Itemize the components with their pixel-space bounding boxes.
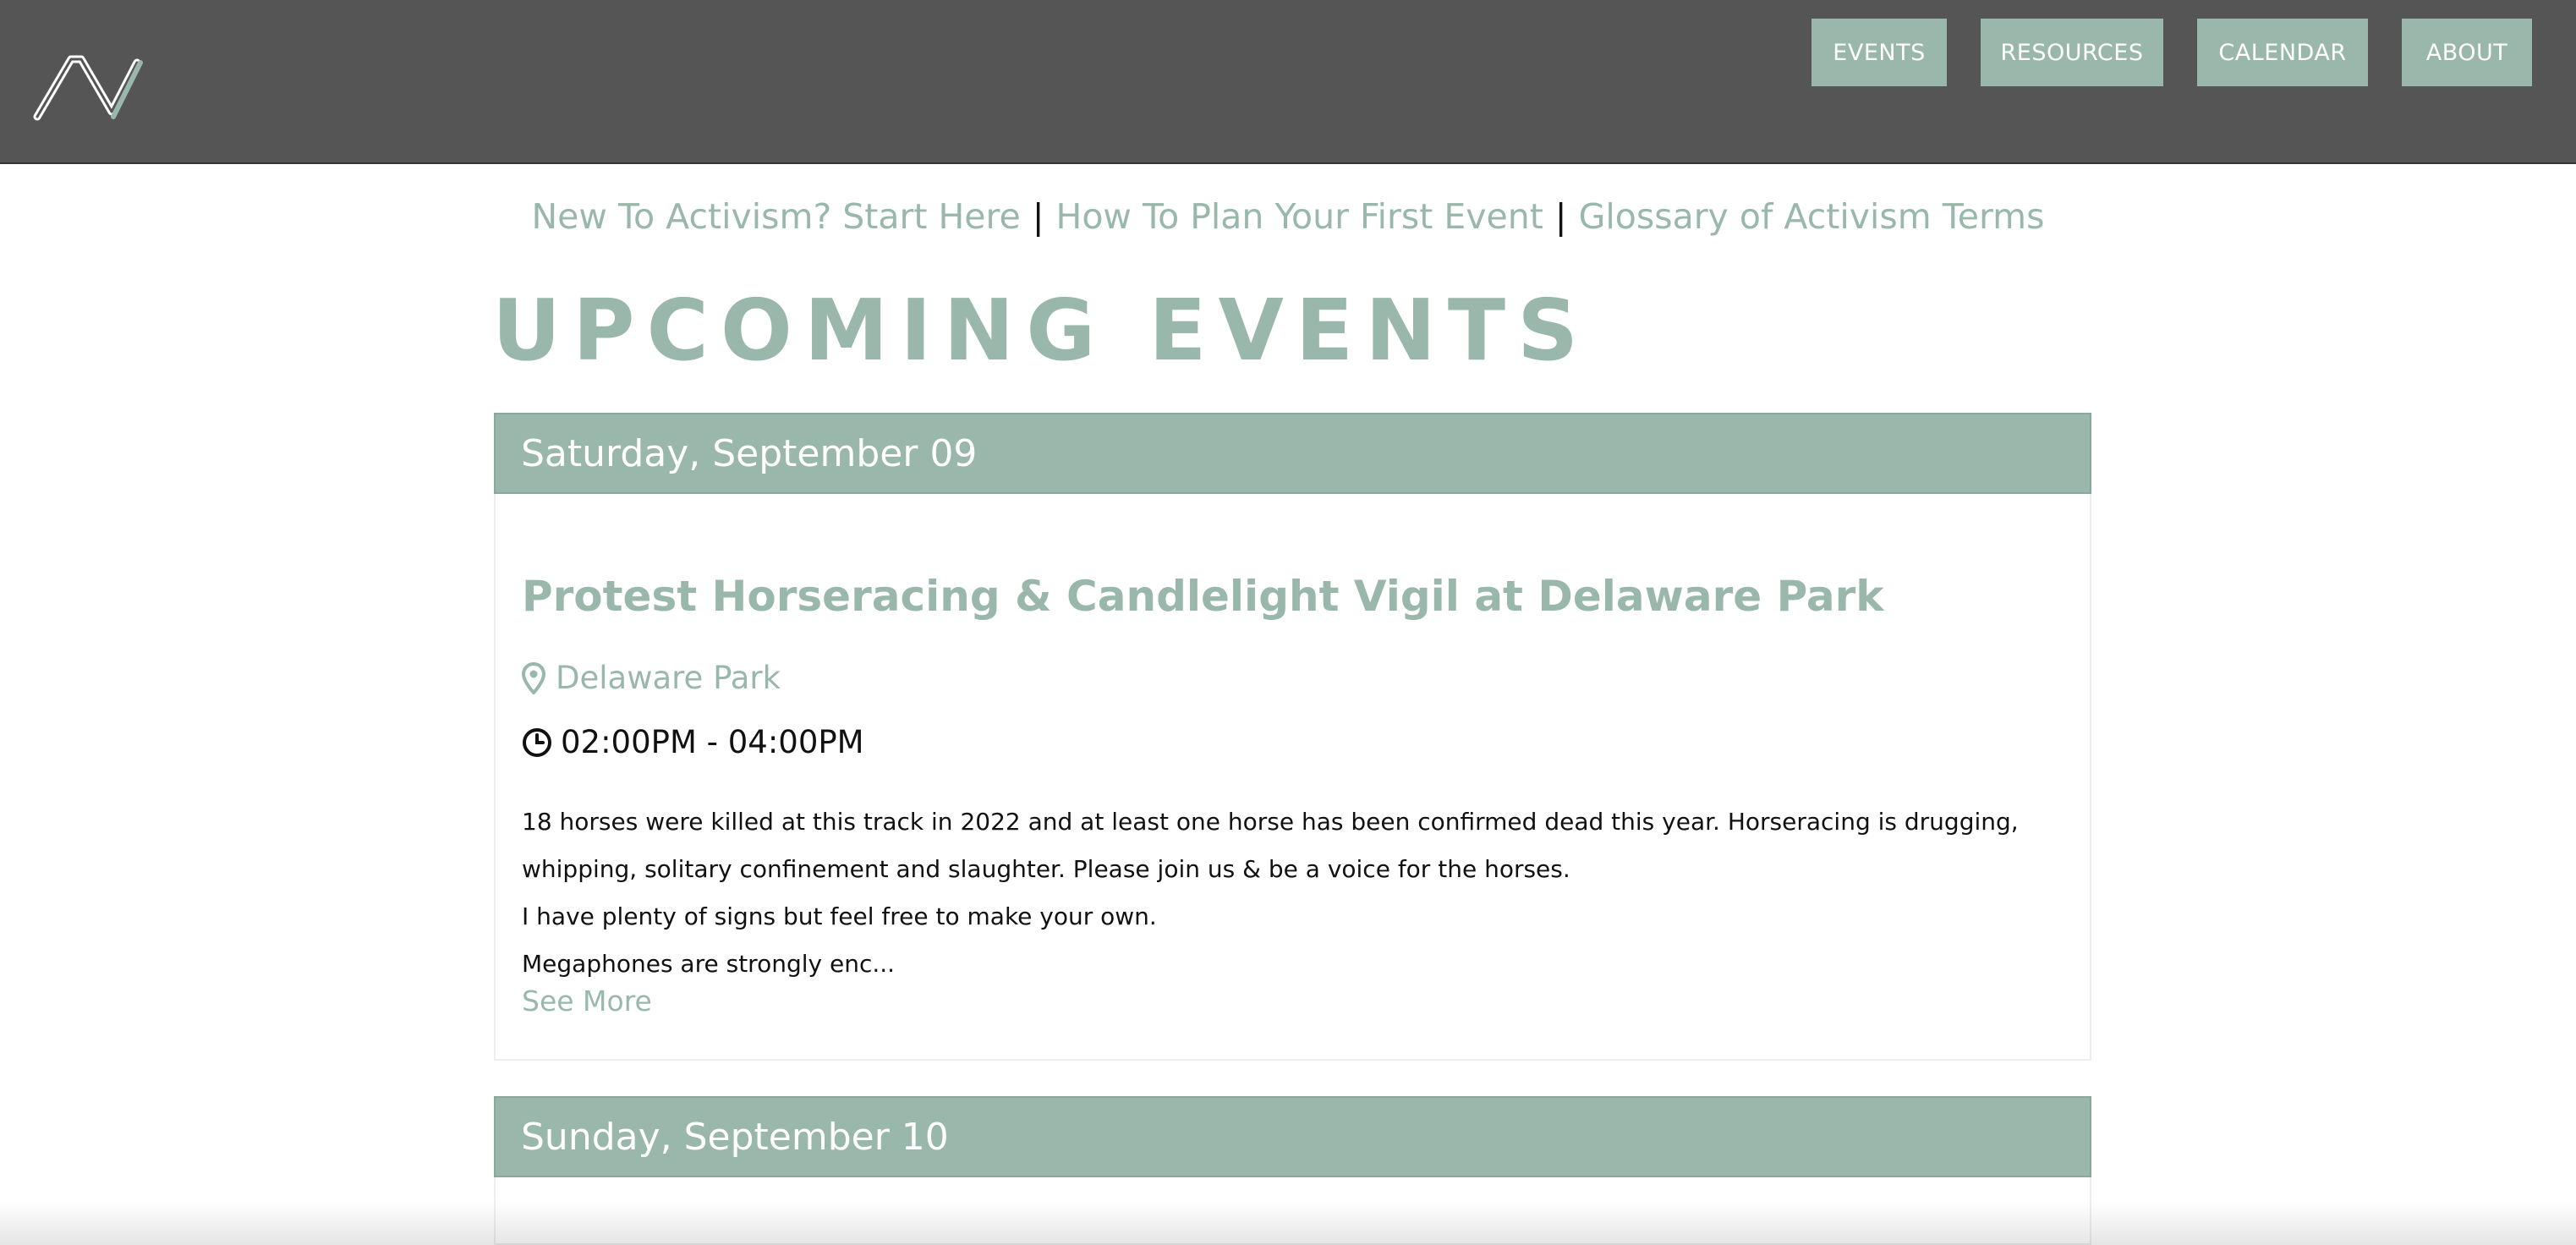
event-location[interactable]: Delaware Park	[522, 660, 781, 696]
link-separator: |	[1032, 196, 1044, 237]
nav-events-button[interactable]: EVENTS	[1811, 19, 1947, 86]
event-location-label: Delaware Park	[556, 660, 781, 696]
event-time-label: 02:00PM - 04:00PM	[561, 724, 864, 760]
event-card: Protest Horseracing & Candlelight Vigil …	[494, 494, 2091, 1061]
description-paragraph: Megaphones are strongly enc...	[522, 950, 896, 978]
description-paragraph: I have plenty of signs but feel free to …	[522, 902, 1157, 930]
event-description: 18 horses were killed at this track in 2…	[522, 798, 2069, 988]
start-here-link[interactable]: New To Activism? Start Here	[532, 196, 1021, 237]
main-nav: EVENTS RESOURCES CALENDAR ABOUT	[1811, 19, 2532, 86]
event-title-link[interactable]: Protest Horseracing & Candlelight Vigil …	[522, 572, 1884, 621]
glossary-link[interactable]: Glossary of Activism Terms	[1579, 196, 2045, 237]
link-separator: |	[1554, 196, 1567, 237]
see-more-link[interactable]: See More	[522, 984, 652, 1017]
map-pin-icon	[522, 661, 545, 694]
day-header: Sunday, September 10	[494, 1096, 2091, 1177]
plan-first-event-link[interactable]: How To Plan Your First Event	[1056, 196, 1543, 237]
nav-calendar-button[interactable]: CALENDAR	[2197, 19, 2368, 86]
event-time: 02:00PM - 04:00PM	[522, 724, 864, 760]
sub-navigation: New To Activism? Start Here | How To Plan …	[0, 196, 2576, 237]
zigzag-logo-icon[interactable]	[32, 49, 144, 123]
day-header: Saturday, September 09	[494, 413, 2091, 494]
page-title: UPCOMING EVENTS	[492, 281, 1591, 380]
event-card	[494, 1177, 2091, 1245]
nav-about-button[interactable]: ABOUT	[2402, 19, 2532, 86]
nav-resources-button[interactable]: RESOURCES	[1981, 19, 2163, 86]
top-bar: EVENTS RESOURCES CALENDAR ABOUT	[0, 0, 2576, 164]
clock-icon	[523, 727, 551, 757]
description-paragraph: 18 horses were killed at this track in 2…	[522, 808, 2019, 883]
